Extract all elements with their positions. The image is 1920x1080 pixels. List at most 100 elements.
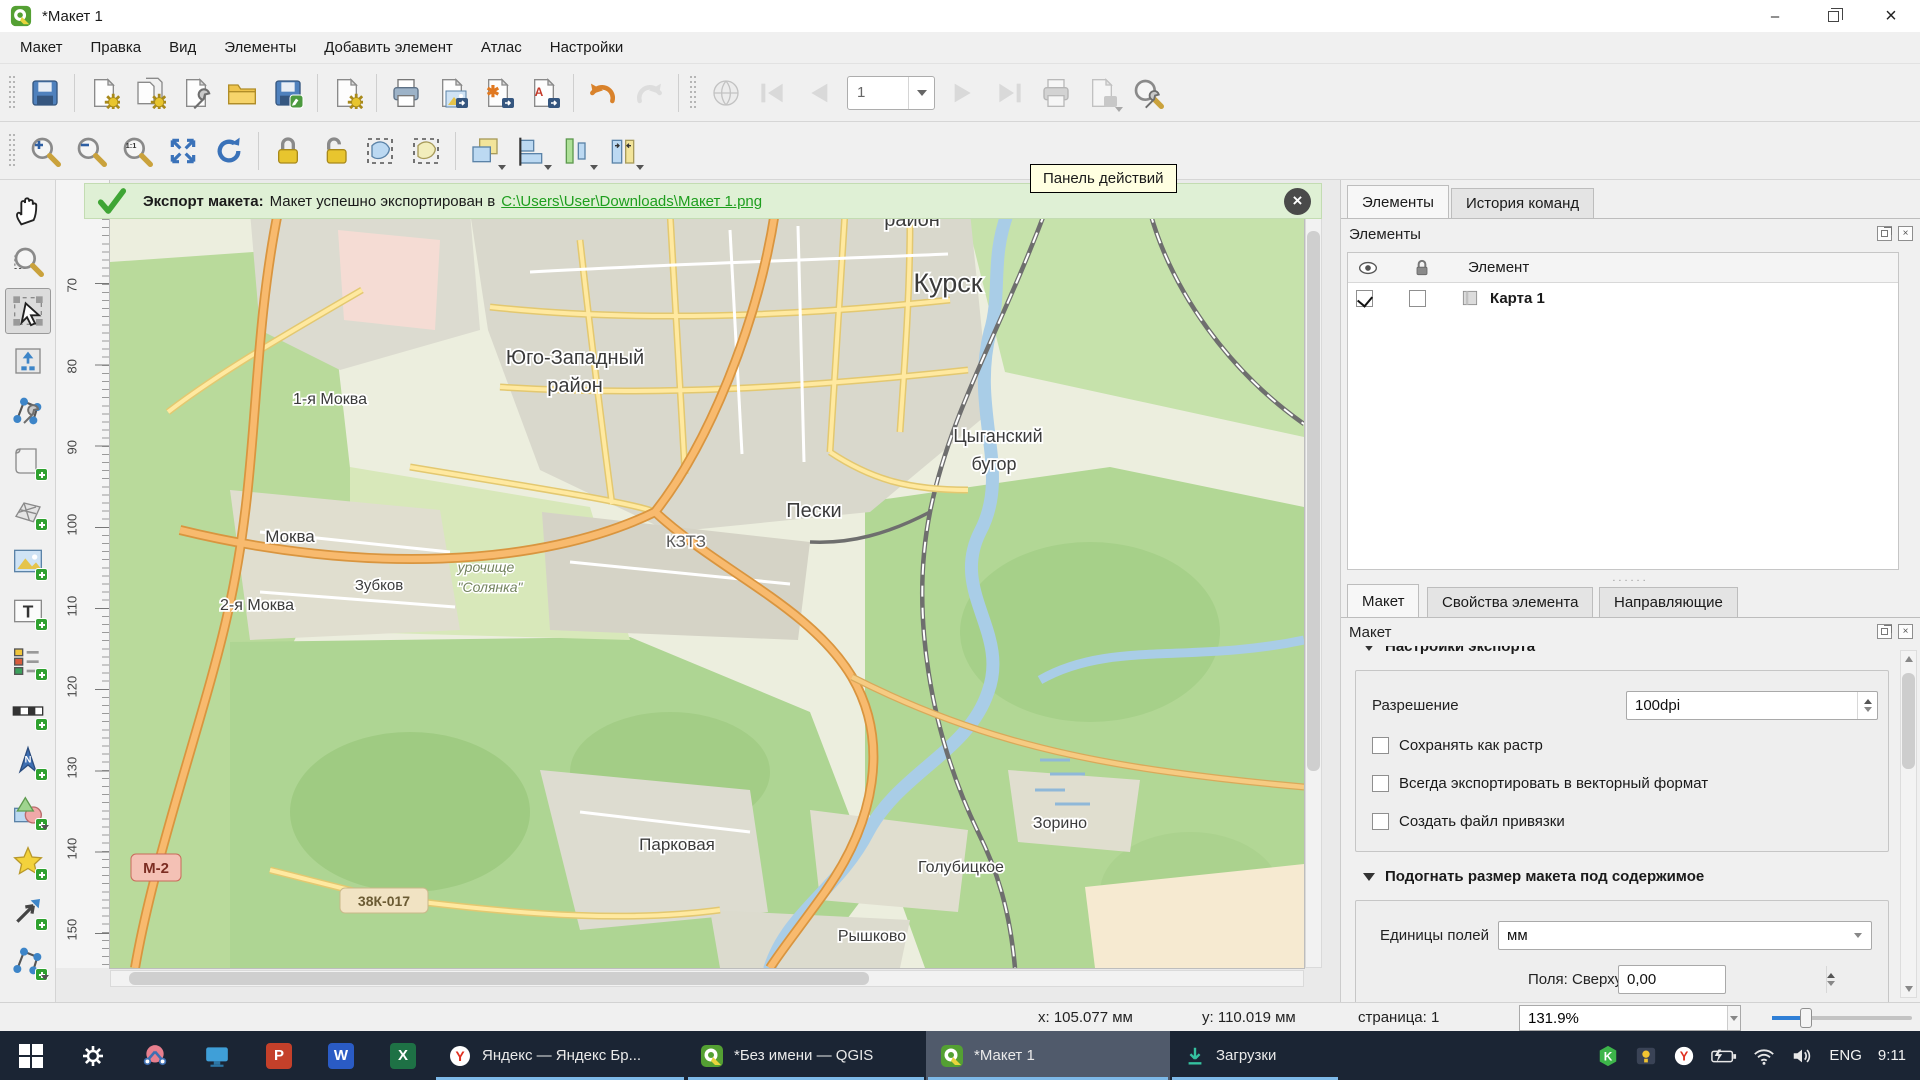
taskbar-app-yandex[interactable]: Y Яндекс — Яндекс Бр...	[434, 1031, 686, 1080]
add-page-button[interactable]	[5, 438, 51, 484]
battery-icon[interactable]	[1711, 1046, 1737, 1066]
toolbar-grip[interactable]	[8, 134, 18, 168]
zoom-level-combo[interactable]	[1519, 1005, 1741, 1031]
close-panel-button[interactable]: ×	[1898, 226, 1913, 241]
punto-switcher-tray-icon[interactable]	[1635, 1045, 1657, 1067]
menu-edit[interactable]: Правка	[76, 34, 155, 61]
add-legend-button[interactable]	[5, 638, 51, 684]
tab-command-history[interactable]: История команд	[1451, 188, 1594, 218]
save-as-raster-checkbox[interactable]	[1372, 737, 1389, 754]
select-move-item-tool-button[interactable]	[5, 288, 51, 334]
clock[interactable]: 9:11	[1878, 1047, 1906, 1064]
menu-atlas[interactable]: Атлас	[467, 34, 536, 61]
add-scalebar-button[interactable]	[5, 688, 51, 734]
atlas-feature-input[interactable]	[848, 84, 904, 101]
menu-layout[interactable]: Макет	[6, 34, 76, 61]
resolution-input[interactable]	[1627, 697, 1857, 714]
panel-splitter[interactable]: ......	[1612, 572, 1648, 584]
add-north-arrow-button[interactable]	[5, 738, 51, 784]
lock-items-button[interactable]	[265, 128, 311, 174]
world-file-checkbox[interactable]	[1372, 813, 1389, 830]
toolbar-grip[interactable]	[8, 76, 18, 110]
menu-settings[interactable]: Настройки	[536, 34, 638, 61]
atlas-toolbar-grip[interactable]	[689, 76, 699, 110]
zoom-out-button[interactable]	[68, 128, 114, 174]
redo-button[interactable]	[626, 70, 672, 116]
excel-button[interactable]: X	[372, 1031, 434, 1080]
world-file-row[interactable]: Создать файл привязки	[1372, 813, 1565, 830]
language-indicator[interactable]: ENG	[1829, 1047, 1862, 1064]
undo-button[interactable]	[580, 70, 626, 116]
export-svg-button[interactable]: ✱	[475, 70, 521, 116]
horizontal-scrollbar-thumb[interactable]	[129, 972, 869, 985]
tab-guides[interactable]: Направляющие	[1599, 587, 1738, 617]
first-feature-button[interactable]	[749, 70, 795, 116]
snip-tool-button[interactable]	[124, 1031, 186, 1080]
menu-add-item[interactable]: Добавить элемент	[310, 34, 467, 61]
zoom-slider-knob[interactable]	[1800, 1008, 1812, 1028]
zoom-tool-button[interactable]	[5, 238, 51, 284]
zoom-level-input[interactable]	[1520, 1010, 1727, 1027]
refresh-view-button[interactable]	[206, 128, 252, 174]
resolution-spinbox[interactable]	[1626, 691, 1878, 720]
edit-nodes-tool-button[interactable]	[5, 388, 51, 434]
spin-buttons[interactable]	[1857, 692, 1877, 719]
start-button[interactable]	[0, 1031, 62, 1080]
add-label-button[interactable]	[5, 588, 51, 634]
last-feature-button[interactable]	[987, 70, 1033, 116]
zoom-in-button[interactable]	[22, 128, 68, 174]
taskbar-app-downloads[interactable]: Загрузки	[1170, 1031, 1340, 1080]
margin-top-spinbox[interactable]	[1618, 965, 1726, 994]
spin-buttons[interactable]	[1826, 966, 1835, 993]
settings-taskbar-button[interactable]	[62, 1031, 124, 1080]
tab-layout[interactable]: Макет	[1347, 584, 1419, 617]
load-template-button[interactable]	[219, 70, 265, 116]
select-all-items-button[interactable]	[357, 128, 403, 174]
atlas-feature-combo[interactable]	[847, 76, 935, 110]
add-node-item-button[interactable]	[5, 938, 51, 984]
map-item-row[interactable]: Карта 1	[1348, 283, 1898, 313]
atlas-feature-dropdown[interactable]	[908, 77, 934, 109]
scroll-down-icon[interactable]	[1905, 986, 1913, 992]
resize-section[interactable]: Подогнать размер макета под содержимое	[1363, 868, 1704, 885]
new-layout-button[interactable]	[81, 70, 127, 116]
speaker-icon[interactable]	[1791, 1046, 1813, 1066]
zoom-combo-dropdown[interactable]	[1727, 1006, 1740, 1030]
visibility-checkbox[interactable]	[1356, 290, 1373, 307]
add-shape-button[interactable]	[5, 788, 51, 834]
add-arrow-button[interactable]	[5, 888, 51, 934]
lock-checkbox[interactable]	[1409, 290, 1426, 307]
yandex-tray-icon[interactable]: Y	[1673, 1045, 1695, 1067]
taskbar-app-layout[interactable]: *Макет 1	[926, 1031, 1170, 1080]
taskbar-app-qgis-project[interactable]: *Без имени — QGIS	[686, 1031, 926, 1080]
menu-items[interactable]: Элементы	[210, 34, 310, 61]
save-as-raster-row[interactable]: Сохранять как растр	[1372, 737, 1543, 754]
wifi-icon[interactable]	[1753, 1046, 1775, 1066]
distribute-items-button[interactable]	[554, 128, 600, 174]
add-items-from-template-button[interactable]	[324, 70, 370, 116]
margin-units-input[interactable]	[1499, 927, 1845, 944]
export-image-button[interactable]	[429, 70, 475, 116]
atlas-settings-button[interactable]	[1125, 70, 1171, 116]
duplicate-layout-button[interactable]	[127, 70, 173, 116]
close-button[interactable]: ×	[1862, 0, 1920, 32]
pan-tool-button[interactable]	[5, 188, 51, 234]
zoom-slider[interactable]	[1772, 1016, 1912, 1020]
zoom-actual-size-button[interactable]: 1:1	[114, 128, 160, 174]
minimize-button[interactable]: –	[1746, 0, 1804, 32]
restore-button[interactable]	[1804, 0, 1862, 32]
always-vector-row[interactable]: Всегда экспортировать в векторный формат	[1372, 775, 1708, 792]
save-project-button[interactable]	[22, 70, 68, 116]
tab-items[interactable]: Элементы	[1347, 185, 1449, 218]
save-as-template-button[interactable]	[265, 70, 311, 116]
add-marker-button[interactable]	[5, 838, 51, 884]
unlock-items-button[interactable]	[311, 128, 357, 174]
kaspersky-tray-icon[interactable]: K	[1597, 1045, 1619, 1067]
raise-items-button[interactable]	[462, 128, 508, 174]
margin-top-input[interactable]	[1619, 971, 1826, 988]
print-atlas-button[interactable]	[1033, 70, 1079, 116]
add-3d-map-button[interactable]	[5, 488, 51, 534]
message-close-button[interactable]: ×	[1284, 188, 1311, 215]
align-items-button[interactable]	[508, 128, 554, 174]
export-atlas-button[interactable]	[1079, 70, 1125, 116]
